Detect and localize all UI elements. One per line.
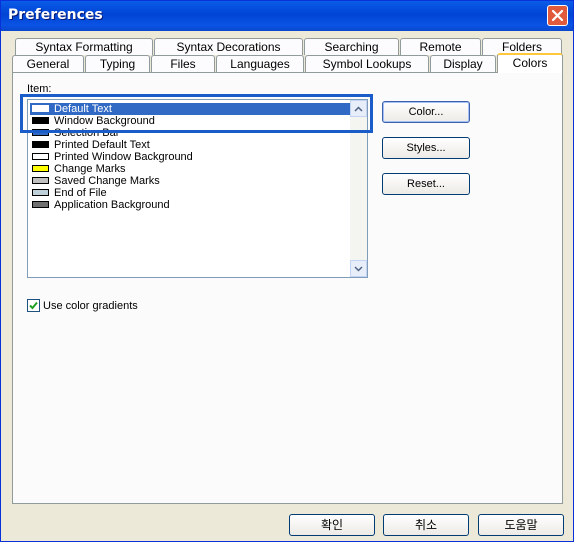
tab-syntax-decorations[interactable]: Syntax Decorations — [154, 38, 303, 55]
tab-colors[interactable]: Colors — [497, 53, 563, 73]
tab-languages[interactable]: Languages — [216, 55, 304, 72]
color-swatch — [32, 189, 49, 196]
cancel-button[interactable]: 취소 — [383, 514, 469, 536]
use-color-gradients-label[interactable]: Use color gradients — [43, 300, 138, 312]
list-item-label: Application Background — [54, 199, 170, 211]
preferences-window: Preferences Syntax Formatting Syntax Dec… — [0, 0, 574, 542]
tab-files[interactable]: Files — [151, 55, 215, 72]
list-item[interactable]: Application Background — [30, 199, 350, 211]
chevron-down-icon — [354, 266, 363, 272]
list-item[interactable]: Change Marks — [30, 163, 350, 175]
use-color-gradients-checkbox[interactable] — [27, 299, 40, 312]
tab-symbol-lookups[interactable]: Symbol Lookups — [305, 55, 429, 72]
window-title: Preferences — [8, 7, 103, 23]
list-item[interactable]: End of File — [30, 187, 350, 199]
scroll-down-button[interactable] — [350, 260, 367, 277]
title-bar[interactable]: Preferences — [1, 1, 573, 31]
color-swatch — [32, 177, 49, 184]
list-item-label: Printed Window Background — [54, 151, 193, 163]
list-item[interactable]: Saved Change Marks — [30, 175, 350, 187]
close-icon — [551, 9, 564, 22]
styles-button[interactable]: Styles... — [382, 137, 470, 159]
list-item[interactable]: Printed Default Text — [30, 139, 350, 151]
list-item-label: Saved Change Marks — [54, 175, 160, 187]
list-item-label: Printed Default Text — [54, 139, 150, 151]
color-swatch — [32, 141, 49, 148]
tab-searching[interactable]: Searching — [304, 38, 399, 55]
tab-syntax-formatting[interactable]: Syntax Formatting — [15, 38, 153, 55]
close-button[interactable] — [547, 5, 568, 26]
reset-button[interactable]: Reset... — [382, 173, 470, 195]
ok-button[interactable]: 확인 — [289, 514, 375, 536]
tab-display[interactable]: Display — [430, 55, 496, 72]
list-item[interactable]: Printed Window Background — [30, 151, 350, 163]
tab-general[interactable]: General — [12, 55, 84, 72]
list-item-label: Change Marks — [54, 163, 126, 175]
color-swatch — [32, 201, 49, 208]
color-swatch — [32, 165, 49, 172]
color-swatch — [32, 153, 49, 160]
color-button[interactable]: Color... — [382, 101, 470, 123]
annotation-highlight — [20, 94, 373, 133]
list-item-label: End of File — [54, 187, 107, 199]
tab-typing[interactable]: Typing — [85, 55, 150, 72]
checkmark-icon — [29, 301, 38, 310]
help-button[interactable]: 도움말 — [478, 514, 564, 536]
tab-remote[interactable]: Remote — [400, 38, 481, 55]
